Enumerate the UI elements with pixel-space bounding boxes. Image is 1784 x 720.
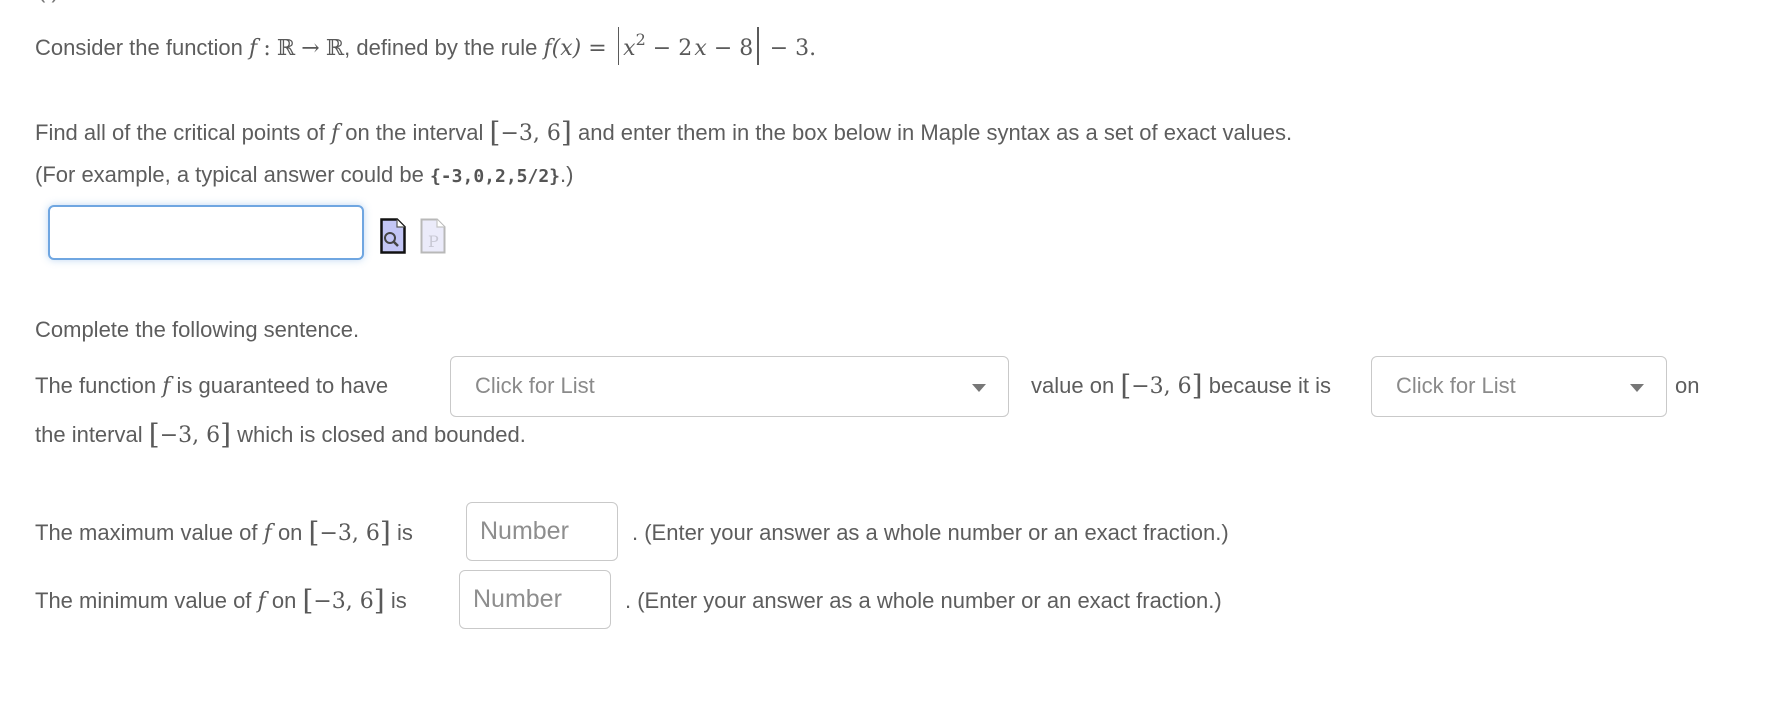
example-prefix: (For example, a typical answer could be: [35, 162, 430, 187]
sentence-part-b: value on [−3, 6] because it is: [1031, 371, 1331, 402]
interval: [−3, 6]: [148, 418, 232, 451]
extreme-value-select[interactable]: Click for List: [450, 356, 1009, 417]
critical-points-instruction: Find all of the critical points of f on …: [35, 118, 1292, 149]
critical-points-input[interactable]: [48, 205, 364, 260]
function-symbol: f: [263, 521, 272, 546]
max-value-input[interactable]: [466, 502, 618, 561]
domain-set: ℝ: [276, 36, 296, 61]
interval-values: −3, 6: [1131, 374, 1192, 399]
rule-x2: x: [694, 36, 707, 61]
max-value-hint: . (Enter your answer as a whole number o…: [632, 520, 1229, 545]
intro-mid: , defined by the rule: [344, 35, 538, 60]
interval: [−3, 6]: [1120, 369, 1203, 402]
interval-values: −3, 6: [159, 423, 221, 448]
rule-term-a: − 2: [645, 36, 693, 61]
syntax-document-p-icon[interactable]: P: [420, 218, 446, 254]
min-label-text-b: on: [271, 588, 297, 613]
sentence-text-c: value on: [1031, 373, 1115, 398]
example-hint: (For example, a typical answer could be …: [35, 160, 573, 192]
max-label-text-b: on: [277, 520, 303, 545]
sentence-part-a: The function f is guaranteed to have: [35, 371, 388, 402]
svg-text:P: P: [428, 232, 439, 251]
function-symbol: f: [257, 589, 266, 614]
max-value-label: The maximum value of f on [−3, 6] is: [35, 518, 413, 549]
max-label-text-a: The maximum value of: [35, 520, 258, 545]
rule-tail: − 3.: [762, 36, 817, 61]
select-placeholder: Click for List: [475, 373, 595, 398]
chevron-down-icon: [972, 384, 986, 392]
codomain-set: ℝ: [325, 36, 345, 61]
instruction-text-c: and enter them in the box below in Maple…: [577, 120, 1293, 145]
min-value-hint: . (Enter your answer as a whole number o…: [625, 588, 1222, 613]
sentence-part-d: the interval [−3, 6] which is closed and…: [35, 420, 526, 451]
rule-x: x: [623, 36, 636, 61]
interval: [−3, 6]: [302, 584, 385, 617]
example-suffix: .): [560, 162, 574, 187]
sentence-text-b: is guaranteed to have: [176, 373, 389, 398]
instruction-text-a: Find all of the critical points of: [35, 120, 325, 145]
sentence-text-d: because it is: [1208, 373, 1332, 398]
interval-values: −3, 6: [313, 589, 374, 614]
abs-bar-right: [757, 27, 759, 65]
sentence-text-a: The function: [35, 373, 157, 398]
rule-exponent: 2: [635, 30, 646, 49]
select-placeholder: Click for List: [1396, 373, 1516, 398]
function-symbol: f: [330, 121, 340, 146]
min-value-input[interactable]: [459, 570, 611, 629]
min-value-label: The minimum value of f on [−3, 6] is: [35, 586, 407, 617]
min-label-text-c: is: [390, 588, 407, 613]
min-label-text-a: The minimum value of: [35, 588, 252, 613]
intro-prefix: Consider the function: [35, 35, 243, 60]
colon: :: [263, 36, 271, 61]
max-label-text-c: is: [396, 520, 413, 545]
rule-lhs: f(x) =: [543, 36, 607, 61]
function-symbol: f: [162, 374, 171, 399]
interval-values: −3, 6: [500, 121, 561, 146]
interval: [−3, 6]: [308, 516, 391, 549]
preview-document-magnifier-icon[interactable]: [380, 218, 406, 254]
rule-expression: f(x) = x2 − 2 x − 8 − 3.: [543, 27, 817, 65]
rule-term-b: − 8: [706, 36, 754, 61]
sentence-heading: Complete the following sentence.: [35, 317, 360, 342]
arrow-symbol: →: [301, 36, 320, 61]
clipped-previous-text: ( ): [38, 0, 59, 4]
continuity-select[interactable]: Click for List: [1371, 356, 1667, 417]
interval: [−3, 6]: [489, 116, 572, 149]
problem-statement: Consider the function f : ℝ → ℝ, defined…: [35, 25, 816, 65]
abs-bar-left: [617, 27, 620, 65]
example-code: {-3,0,2,5/2}: [429, 166, 561, 187]
sentence-text-g: which is closed and bounded.: [237, 422, 526, 447]
instruction-text-b: on the interval: [345, 120, 484, 145]
interval-values: −3, 6: [319, 521, 380, 546]
chevron-down-icon: [1630, 384, 1644, 392]
sentence-part-c: on: [1675, 373, 1700, 398]
sentence-text-f: the interval: [35, 422, 143, 447]
function-symbol: f: [249, 36, 258, 61]
